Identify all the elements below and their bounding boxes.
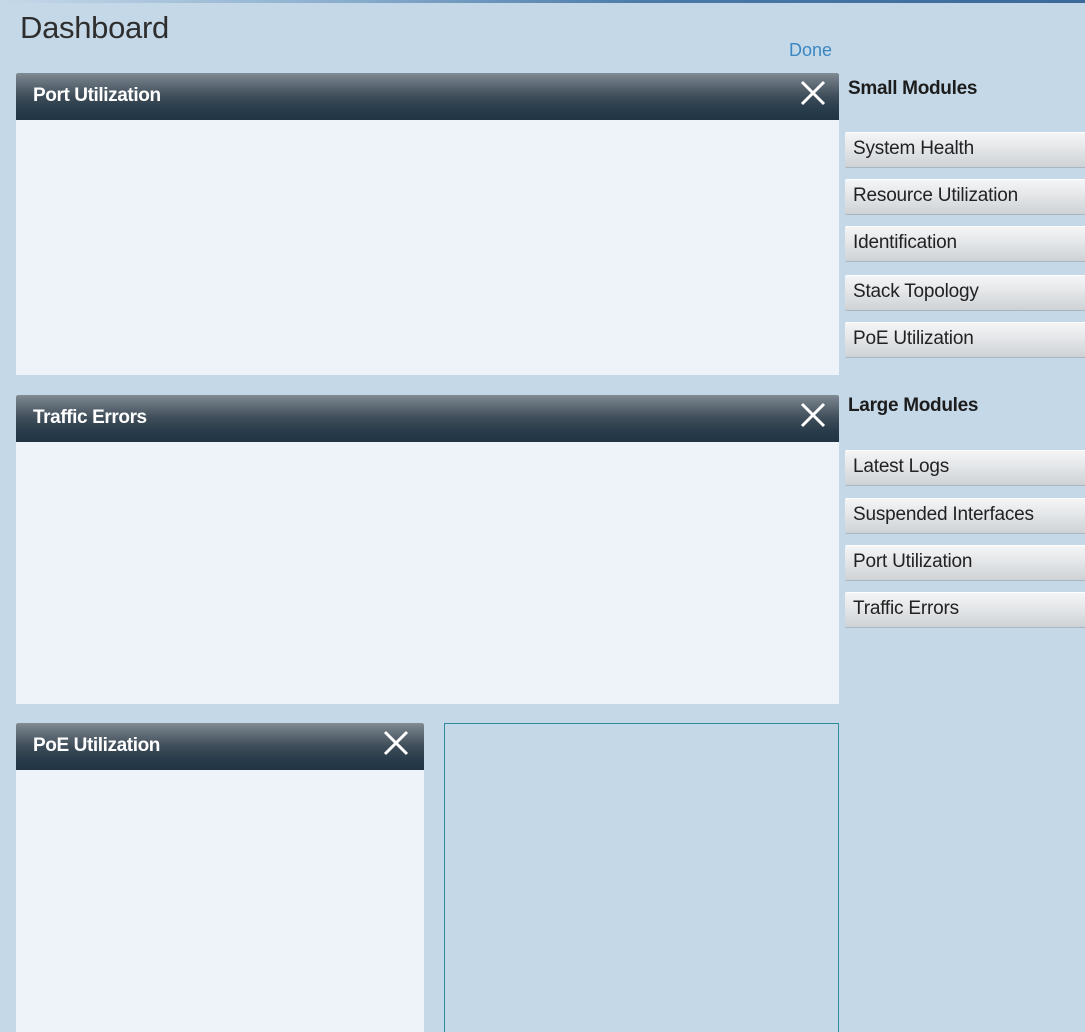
module-header[interactable]: Traffic Errors xyxy=(16,395,839,442)
traffic-errors-module: Traffic Errors xyxy=(16,395,839,704)
large-module-item-latest-logs[interactable]: Latest Logs xyxy=(845,450,1085,486)
port-utilization-module: Port Utilization xyxy=(16,73,839,375)
module-title: Traffic Errors xyxy=(33,407,147,428)
module-title: Port Utilization xyxy=(33,85,161,106)
large-module-item-port-utilization[interactable]: Port Utilization xyxy=(845,545,1085,581)
small-module-item-resource-utilization[interactable]: Resource Utilization xyxy=(845,179,1085,215)
done-link[interactable]: Done xyxy=(789,40,832,61)
small-module-item-poe-utilization[interactable]: PoE Utilization xyxy=(845,322,1085,358)
large-module-item-suspended-interfaces[interactable]: Suspended Interfaces xyxy=(845,498,1085,534)
close-icon[interactable] xyxy=(797,75,829,107)
module-header[interactable]: PoE Utilization xyxy=(16,723,424,770)
large-module-item-traffic-errors[interactable]: Traffic Errors xyxy=(845,592,1085,628)
top-accent-line xyxy=(0,0,1085,3)
small-module-item-identification[interactable]: Identification xyxy=(845,226,1085,262)
close-icon[interactable] xyxy=(797,397,829,429)
module-drop-zone[interactable] xyxy=(444,723,839,1032)
poe-utilization-module: PoE Utilization xyxy=(16,723,424,1032)
small-modules-heading: Small Modules xyxy=(848,78,978,99)
small-module-item-system-health[interactable]: System Health xyxy=(845,132,1085,168)
close-icon[interactable] xyxy=(380,725,412,757)
large-modules-heading: Large Modules xyxy=(848,395,979,416)
small-module-item-stack-topology[interactable]: Stack Topology xyxy=(845,275,1085,311)
module-title: PoE Utilization xyxy=(33,735,161,756)
module-header[interactable]: Port Utilization xyxy=(16,73,839,120)
page-title: Dashboard xyxy=(20,10,169,45)
